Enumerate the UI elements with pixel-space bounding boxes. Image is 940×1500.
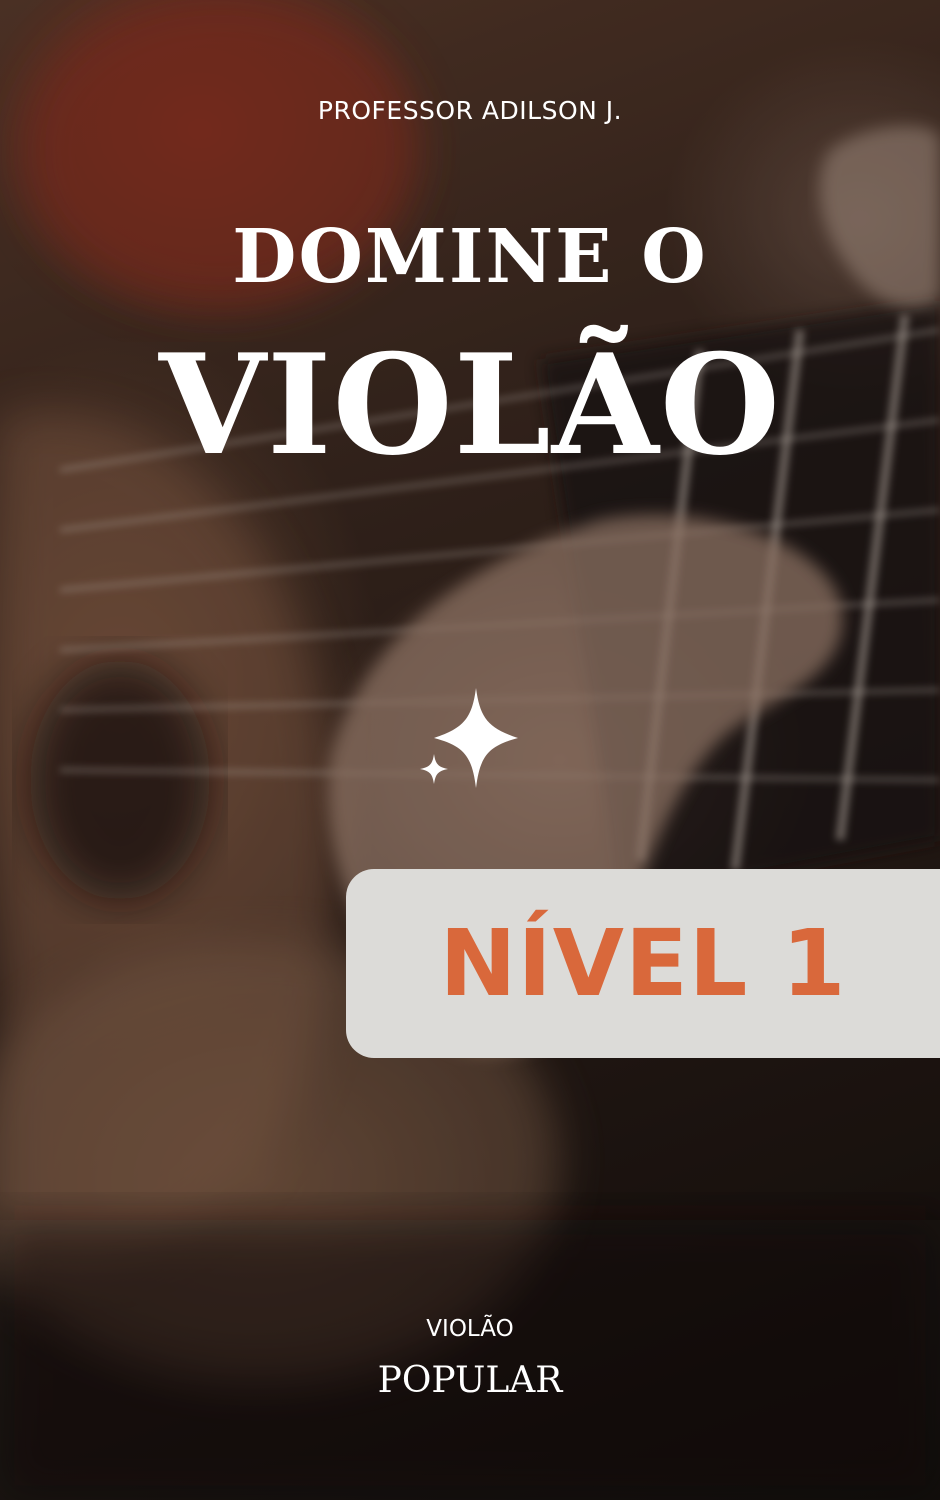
book-cover: PROFESSOR ADILSON J. DOMINE O VIOLÃO NÍV… bbox=[0, 0, 940, 1500]
genre-line-1: VIOLÃO bbox=[426, 1316, 514, 1342]
level-label: NÍVEL 1 bbox=[439, 910, 847, 1017]
author-name: PROFESSOR ADILSON J. bbox=[317, 96, 623, 125]
genre-line-2: POPULAR bbox=[377, 1360, 563, 1401]
sparkle-icon bbox=[420, 688, 518, 788]
title-line-2: VIOLÃO bbox=[158, 323, 782, 486]
title-line-1: DOMINE O bbox=[232, 214, 708, 300]
